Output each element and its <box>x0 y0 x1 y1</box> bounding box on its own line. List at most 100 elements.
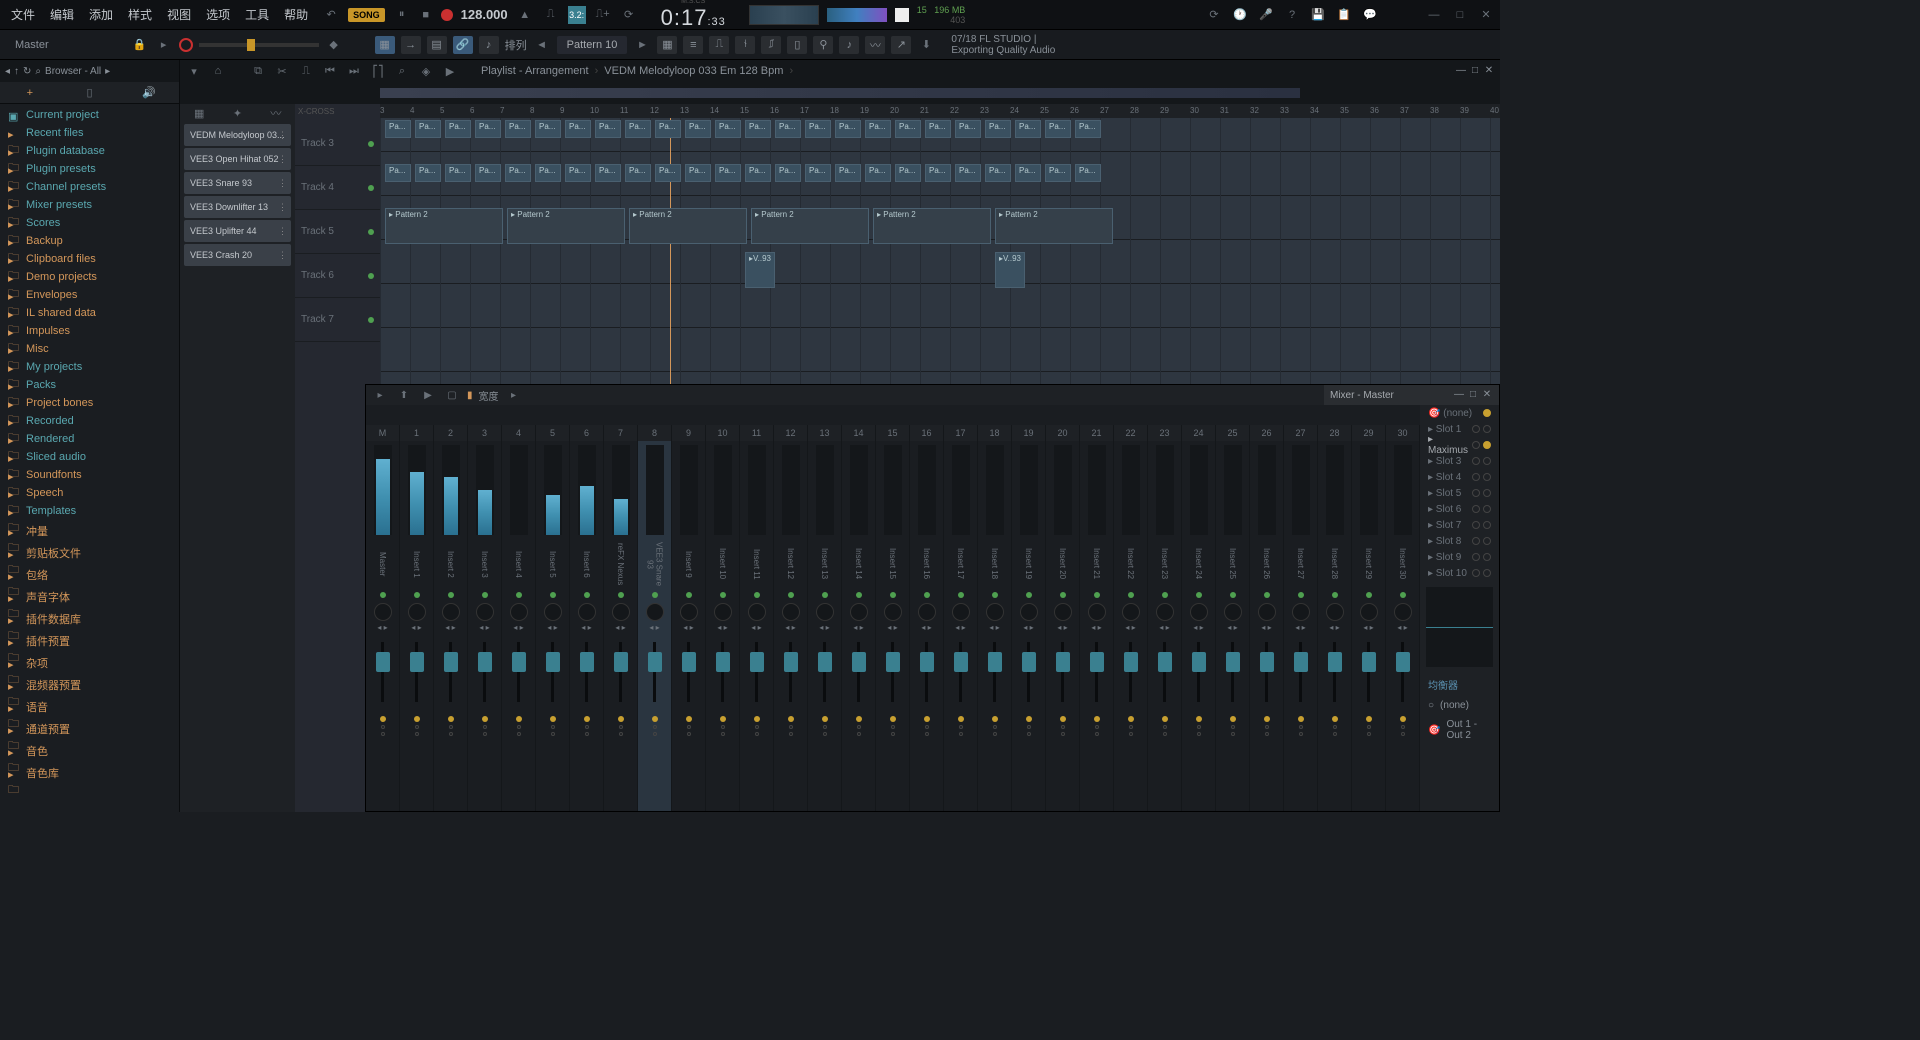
mixer-track[interactable]: 26Insert 26◂ ▸ <box>1250 425 1284 811</box>
browser-item[interactable]: ▸🗀插件数据库 <box>0 608 179 630</box>
send-dot[interactable] <box>823 732 827 736</box>
mixer-enable-led[interactable] <box>924 592 930 598</box>
mixer-track[interactable]: 7reFX Nexus◂ ▸ <box>604 425 638 811</box>
mixer-pan-knob[interactable] <box>476 603 494 621</box>
mixer-track[interactable]: 2Insert 2◂ ▸ <box>434 425 468 811</box>
slot-led-1[interactable] <box>1472 569 1480 577</box>
mixer-stereo-sep[interactable]: ◂ ▸ <box>1091 623 1101 632</box>
countdown-icon[interactable]: ⎍+ <box>594 6 612 24</box>
mute-button[interactable] <box>1367 725 1371 729</box>
piano-roll-button[interactable]: → <box>401 36 421 54</box>
mixer-pan-knob[interactable] <box>442 603 460 621</box>
clip[interactable]: ▸ Pattern 2 <box>751 208 869 244</box>
clip[interactable]: Pa... <box>655 120 681 138</box>
mixer-stereo-sep[interactable]: ◂ ▸ <box>1295 623 1305 632</box>
fx-led[interactable] <box>380 716 386 722</box>
mixer-stereo-sep[interactable]: ◂ ▸ <box>819 623 829 632</box>
time-display[interactable]: M:S:CS 0:17:33 <box>661 0 726 31</box>
mixer-track[interactable]: 24Insert 24◂ ▸ <box>1182 425 1216 811</box>
mixer-enable-led[interactable] <box>618 592 624 598</box>
slot-led-2[interactable] <box>1483 441 1491 449</box>
mixer-fader[interactable] <box>434 632 467 712</box>
mixer-fader[interactable] <box>1216 632 1249 712</box>
mixer-enable-led[interactable] <box>1026 592 1032 598</box>
fx-led[interactable] <box>1332 716 1338 722</box>
pitch-icon[interactable]: ◆ <box>325 36 343 54</box>
mixer-pan-knob[interactable] <box>1326 603 1344 621</box>
picker-auto-icon[interactable]: 〰 <box>267 104 285 122</box>
browser-item[interactable]: ▸🗀Soundfonts <box>0 466 179 484</box>
mixer-track[interactable]: 18Insert 18◂ ▸ <box>978 425 1012 811</box>
track-header[interactable]: Track 5 <box>295 210 380 254</box>
track-header[interactable]: Track 6 <box>295 254 380 298</box>
mixer-enable-led[interactable] <box>1230 592 1236 598</box>
pattern-selector[interactable]: Pattern 10 <box>557 36 628 54</box>
slot-led-1[interactable] <box>1472 457 1480 465</box>
mixer-pan-knob[interactable] <box>1054 603 1072 621</box>
fx-led[interactable] <box>414 716 420 722</box>
mixer-pan-knob[interactable] <box>952 603 970 621</box>
mixer-enable-led[interactable] <box>414 592 420 598</box>
mixer-fader[interactable] <box>604 632 637 712</box>
fx-slot[interactable]: ▸ Slot 7 <box>1420 517 1499 533</box>
mixer-enable-led[interactable] <box>992 592 998 598</box>
mixer-pan-knob[interactable] <box>544 603 562 621</box>
sound-tab-icon[interactable]: 🔊 <box>140 84 158 102</box>
mixer-enable-led[interactable] <box>482 592 488 598</box>
mixer-enable-led[interactable] <box>1128 592 1134 598</box>
mixer-pan-knob[interactable] <box>714 603 732 621</box>
clip[interactable]: Pa... <box>805 164 831 182</box>
tool-2[interactable]: ≡ <box>683 36 703 54</box>
mute-button[interactable] <box>1333 725 1337 729</box>
clip[interactable]: Pa... <box>955 164 981 182</box>
mixer-enable-led[interactable] <box>1060 592 1066 598</box>
track-led[interactable] <box>368 273 374 279</box>
loop-icon[interactable]: ⟳ <box>620 6 638 24</box>
mixer-stereo-sep[interactable]: ◂ ▸ <box>1329 623 1339 632</box>
slot-led-1[interactable] <box>1472 425 1480 433</box>
menu-编辑[interactable]: 编辑 <box>44 2 80 27</box>
mixer-stereo-sep[interactable]: ◂ ▸ <box>1057 623 1067 632</box>
download-icon[interactable]: ⬇ <box>917 36 935 54</box>
mixer-track[interactable]: 20Insert 20◂ ▸ <box>1046 425 1080 811</box>
mixer-fader[interactable] <box>808 632 841 712</box>
fx-led[interactable] <box>686 716 692 722</box>
clip[interactable]: Pa... <box>685 120 711 138</box>
clip[interactable]: Pa... <box>625 164 651 182</box>
slot-led-1[interactable] <box>1472 505 1480 513</box>
track-header[interactable]: Track 7 <box>295 298 380 342</box>
fx-led[interactable] <box>1264 716 1270 722</box>
browser-item[interactable]: ▸🗀Backup <box>0 232 179 250</box>
clip[interactable]: ▸V..93 <box>745 252 775 288</box>
help-icon[interactable]: ? <box>1283 6 1301 24</box>
current-project-item[interactable]: ▣ Current project <box>0 106 179 124</box>
send-dot[interactable] <box>483 732 487 736</box>
fx-led[interactable] <box>448 716 454 722</box>
mixer-track[interactable]: 30Insert 30◂ ▸ <box>1386 425 1420 811</box>
slot-led-2[interactable] <box>1483 553 1491 561</box>
fx-led[interactable] <box>516 716 522 722</box>
browser-item[interactable]: ▸🗀剪贴板文件 <box>0 542 179 564</box>
mixer-enable-led[interactable] <box>788 592 794 598</box>
slot-led-2[interactable] <box>1483 521 1491 529</box>
fx-led[interactable] <box>958 716 964 722</box>
send-dot[interactable] <box>415 732 419 736</box>
send-dot[interactable] <box>1095 732 1099 736</box>
clip[interactable]: Pa... <box>595 120 621 138</box>
clip[interactable]: Pa... <box>385 120 411 138</box>
browser-item[interactable]: ▸🗀Sliced audio <box>0 448 179 466</box>
mute-button[interactable] <box>381 725 385 729</box>
pl-menu-icon[interactable]: ▾ <box>185 62 203 80</box>
pl-magnet-icon[interactable]: ⧉ <box>249 62 267 80</box>
clip[interactable]: Pa... <box>625 120 651 138</box>
mixer-enable-led[interactable] <box>448 592 454 598</box>
minimize-icon[interactable]: — <box>1425 6 1443 24</box>
mixer-track[interactable]: 14Insert 14◂ ▸ <box>842 425 876 811</box>
tool-10[interactable]: ↗ <box>891 36 911 54</box>
clip[interactable]: Pa... <box>415 164 441 182</box>
mute-button[interactable] <box>721 725 725 729</box>
mute-button[interactable] <box>993 725 997 729</box>
tool-6[interactable]: ▯ <box>787 36 807 54</box>
clip[interactable]: Pa... <box>475 120 501 138</box>
clip[interactable]: Pa... <box>565 120 591 138</box>
